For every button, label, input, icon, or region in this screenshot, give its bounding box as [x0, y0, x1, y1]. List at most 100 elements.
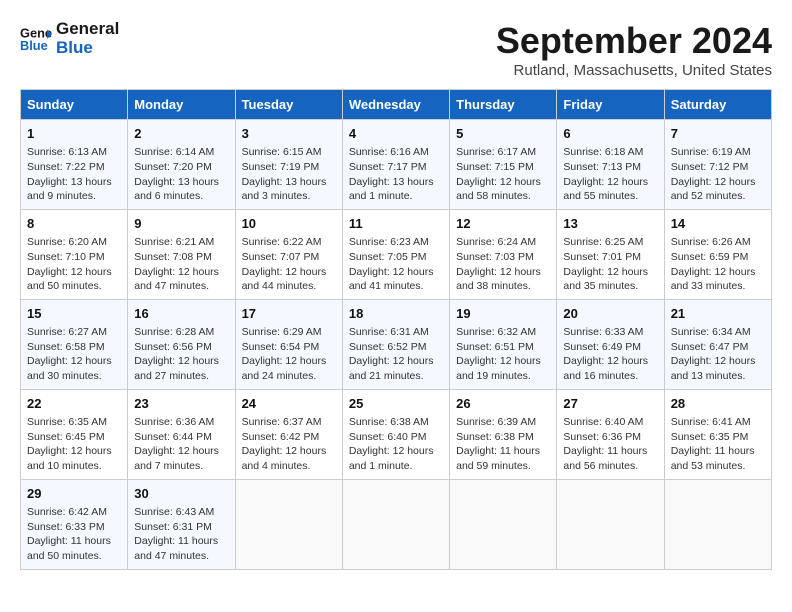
- day-info: Sunset: 7:01 PM: [563, 250, 657, 265]
- day-info: Sunset: 6:40 PM: [349, 430, 443, 445]
- day-number: 2: [134, 125, 228, 143]
- day-info: Sunrise: 6:28 AM: [134, 325, 228, 340]
- day-info: Daylight: 12 hours: [349, 444, 443, 459]
- day-number: 3: [242, 125, 336, 143]
- day-info: and 19 minutes.: [456, 369, 550, 384]
- day-number: 27: [563, 395, 657, 413]
- day-info: Sunrise: 6:15 AM: [242, 145, 336, 160]
- calendar-cell: 5 Sunrise: 6:17 AMSunset: 7:15 PMDaylight…: [450, 120, 557, 210]
- day-info: Sunrise: 6:41 AM: [671, 415, 765, 430]
- calendar-cell: [342, 479, 449, 569]
- day-info: Daylight: 11 hours: [456, 444, 550, 459]
- calendar-cell: 15Sunrise: 6:27 AMSunset: 6:58 PMDayligh…: [21, 299, 128, 389]
- day-info: and 7 minutes.: [134, 459, 228, 474]
- day-info: and 4 minutes.: [242, 459, 336, 474]
- day-info: Daylight: 11 hours: [134, 534, 228, 549]
- calendar-cell: 24Sunrise: 6:37 AMSunset: 6:42 PMDayligh…: [235, 389, 342, 479]
- day-info: Daylight: 12 hours: [27, 354, 121, 369]
- day-info: and 6 minutes.: [134, 189, 228, 204]
- day-number: 5: [456, 125, 550, 143]
- logo-blue: Blue: [56, 39, 119, 58]
- day-info: Sunset: 6:56 PM: [134, 340, 228, 355]
- day-number: 4: [349, 125, 443, 143]
- calendar-cell: 10Sunrise: 6:22 AMSunset: 7:07 PMDayligh…: [235, 209, 342, 299]
- day-info: Daylight: 11 hours: [27, 534, 121, 549]
- weekday-header-monday: Monday: [128, 90, 235, 120]
- day-info: Daylight: 12 hours: [671, 175, 765, 190]
- day-info: Sunrise: 6:39 AM: [456, 415, 550, 430]
- calendar-cell: 27Sunrise: 6:40 AMSunset: 6:36 PMDayligh…: [557, 389, 664, 479]
- weekday-header-sunday: Sunday: [21, 90, 128, 120]
- day-info: Daylight: 12 hours: [242, 354, 336, 369]
- day-number: 8: [27, 215, 121, 233]
- day-info: and 27 minutes.: [134, 369, 228, 384]
- day-info: Daylight: 12 hours: [349, 265, 443, 280]
- day-number: 19: [456, 305, 550, 323]
- day-info: Sunrise: 6:26 AM: [671, 235, 765, 250]
- day-info: Sunrise: 6:13 AM: [27, 145, 121, 160]
- day-info: Daylight: 12 hours: [563, 354, 657, 369]
- calendar-cell: 7Sunrise: 6:19 AMSunset: 7:12 PMDaylight…: [664, 120, 771, 210]
- day-number: 13: [563, 215, 657, 233]
- day-number: 12: [456, 215, 550, 233]
- weekday-header-thursday: Thursday: [450, 90, 557, 120]
- day-number: 29: [27, 485, 121, 503]
- day-info: Sunrise: 6:37 AM: [242, 415, 336, 430]
- day-number: 25: [349, 395, 443, 413]
- calendar-cell: 18Sunrise: 6:31 AMSunset: 6:52 PMDayligh…: [342, 299, 449, 389]
- calendar-cell: 30Sunrise: 6:43 AMSunset: 6:31 PMDayligh…: [128, 479, 235, 569]
- day-number: 15: [27, 305, 121, 323]
- day-info: Sunset: 6:47 PM: [671, 340, 765, 355]
- day-info: and 1 minute.: [349, 189, 443, 204]
- day-number: 18: [349, 305, 443, 323]
- day-info: Sunrise: 6:17 AM: [456, 145, 550, 160]
- day-info: Daylight: 11 hours: [563, 444, 657, 459]
- day-info: Sunset: 7:07 PM: [242, 250, 336, 265]
- day-info: Daylight: 12 hours: [134, 444, 228, 459]
- day-info: and 9 minutes.: [27, 189, 121, 204]
- day-info: Sunset: 7:15 PM: [456, 160, 550, 175]
- day-info: Sunset: 6:45 PM: [27, 430, 121, 445]
- day-info: and 30 minutes.: [27, 369, 121, 384]
- day-info: and 58 minutes.: [456, 189, 550, 204]
- day-number: 14: [671, 215, 765, 233]
- day-info: and 3 minutes.: [242, 189, 336, 204]
- day-info: Sunrise: 6:25 AM: [563, 235, 657, 250]
- day-info: and 55 minutes.: [563, 189, 657, 204]
- day-info: Daylight: 13 hours: [242, 175, 336, 190]
- calendar-table: SundayMondayTuesdayWednesdayThursdayFrid…: [20, 89, 772, 570]
- day-info: Daylight: 12 hours: [456, 175, 550, 190]
- day-info: Sunset: 7:17 PM: [349, 160, 443, 175]
- day-number: 6: [563, 125, 657, 143]
- day-info: Sunset: 7:13 PM: [563, 160, 657, 175]
- day-info: Sunset: 6:52 PM: [349, 340, 443, 355]
- calendar-cell: 9Sunrise: 6:21 AMSunset: 7:08 PMDaylight…: [128, 209, 235, 299]
- day-info: Sunrise: 6:21 AM: [134, 235, 228, 250]
- logo: General Blue General Blue: [20, 20, 119, 57]
- day-info: Sunrise: 6:32 AM: [456, 325, 550, 340]
- day-info: Sunrise: 6:18 AM: [563, 145, 657, 160]
- day-info: and 38 minutes.: [456, 279, 550, 294]
- day-info: Daylight: 12 hours: [671, 265, 765, 280]
- day-number: 20: [563, 305, 657, 323]
- day-info: and 16 minutes.: [563, 369, 657, 384]
- day-info: Sunset: 6:42 PM: [242, 430, 336, 445]
- day-info: Sunset: 6:35 PM: [671, 430, 765, 445]
- title-area: September 2024 Rutland, Massachusetts, U…: [496, 20, 772, 79]
- day-info: Sunset: 7:03 PM: [456, 250, 550, 265]
- calendar-cell: 26Sunrise: 6:39 AMSunset: 6:38 PMDayligh…: [450, 389, 557, 479]
- day-info: Daylight: 12 hours: [671, 354, 765, 369]
- day-info: Daylight: 12 hours: [27, 444, 121, 459]
- day-info: and 52 minutes.: [671, 189, 765, 204]
- day-info: Daylight: 13 hours: [27, 175, 121, 190]
- day-info: Sunset: 7:22 PM: [27, 160, 121, 175]
- calendar-cell: 28Sunrise: 6:41 AMSunset: 6:35 PMDayligh…: [664, 389, 771, 479]
- day-number: 7: [671, 125, 765, 143]
- day-info: Sunrise: 6:27 AM: [27, 325, 121, 340]
- calendar-cell: 6Sunrise: 6:18 AMSunset: 7:13 PMDaylight…: [557, 120, 664, 210]
- day-info: Sunrise: 6:19 AM: [671, 145, 765, 160]
- day-info: Sunrise: 6:33 AM: [563, 325, 657, 340]
- day-info: Daylight: 12 hours: [242, 444, 336, 459]
- day-info: Sunrise: 6:43 AM: [134, 505, 228, 520]
- day-info: and 24 minutes.: [242, 369, 336, 384]
